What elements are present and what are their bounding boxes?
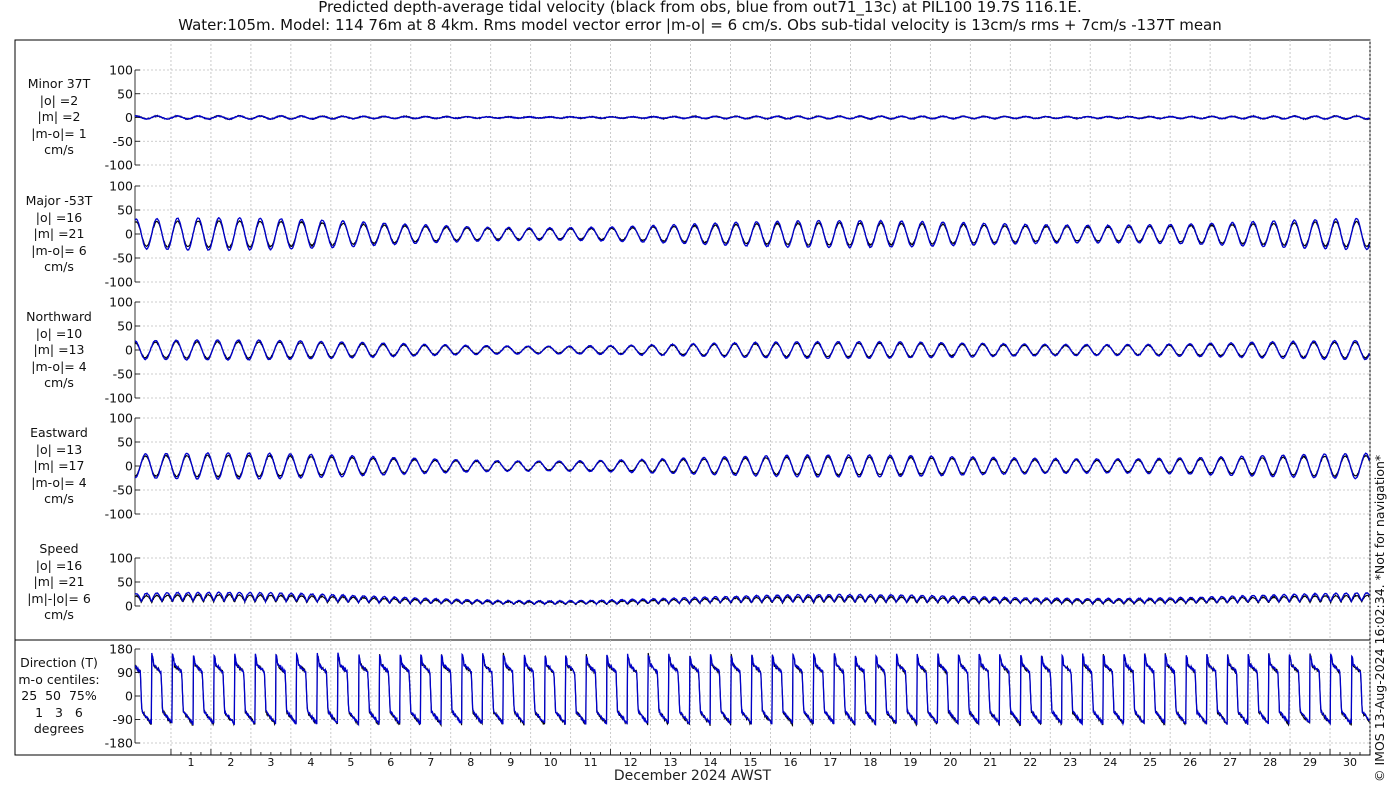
panel-label-line: cm/s (44, 375, 74, 390)
y-tick-label: 0 (125, 599, 133, 614)
y-tick-label: -100 (105, 275, 133, 290)
panel-label-line: Minor 37T (27, 76, 91, 91)
panel-label-line: cm/s (44, 259, 74, 274)
panel-label-major: Major -53T |o| =16 |m| =21 |m-o|= 6 cm/s (14, 193, 104, 276)
y-tick-label: 0 (125, 459, 133, 474)
panel-label-line: 25 50 75% (21, 688, 97, 703)
panel-label-line: |m-o|= 1 (31, 125, 87, 141)
y-tick-label: 100 (109, 295, 133, 310)
y-tick-label: 50 (117, 435, 133, 450)
y-tick-label: -100 (105, 158, 133, 173)
y-tick-label: 180 (109, 642, 133, 657)
y-tick-label: 50 (117, 575, 133, 590)
panel-label-north: Northward |o| =10 |m| =13 |m-o|= 4 cm/s (14, 309, 104, 392)
tidal-velocity-chart: 1 2 3 4 5 6 7 8 9 10 11 12 13 14 15 16 17 18 19 20 21 22 23 24 2… (14, 39, 1371, 769)
y-tick-label: 50 (117, 319, 133, 334)
y-tick-label: -50 (113, 251, 133, 266)
y-tick-label: 50 (117, 203, 133, 218)
y-tick-label: 50 (117, 86, 133, 101)
y-tick-label: -100 (105, 391, 133, 406)
y-tick-label: -180 (105, 736, 133, 751)
y-tick-label: -50 (113, 134, 133, 149)
panel-label-line: |m|-|o|= 6 (27, 590, 91, 606)
panel-label-line: |o| =16 (35, 209, 83, 225)
panel-label-line: |m-o|= 6 (31, 242, 87, 258)
panel-label-direction: Direction (T) m-o centiles: 25 50 75% 1 3 6… (14, 655, 104, 738)
y-tick-label: 90 (117, 665, 133, 680)
panel-label-line: |m| =13 (33, 342, 85, 357)
panel-label-line: Speed (39, 541, 79, 556)
panel-label-line: |m| =17 (33, 458, 85, 473)
panel-label-line: |m-o|= 4 (31, 358, 87, 374)
y-tick-label: -100 (105, 507, 133, 522)
panel-label-minor: Minor 37T |o| =2 |m| =2 |m-o|= 1 cm/s (14, 76, 104, 159)
panel-label-line: cm/s (44, 142, 74, 157)
panel-label-line: |o| =10 (35, 325, 83, 341)
y-tick-label: 100 (109, 63, 133, 78)
panel-label-line: cm/s (44, 607, 74, 622)
panel-label-line: cm/s (44, 491, 74, 506)
y-tick-label: 100 (109, 551, 133, 566)
credit-text: © IMOS 13-Aug-2024 16:02:34. *Not for na… (1372, 454, 1387, 782)
x-axis-label: December 2024 AWST (613, 768, 772, 784)
y-tick-label: 0 (125, 227, 133, 242)
panel-label-line: |m-o|= 4 (31, 474, 87, 490)
panel-label-line: |m| =21 (33, 226, 85, 241)
panel-label-line: |m| =21 (33, 574, 85, 589)
y-tick-label: -50 (113, 483, 133, 498)
y-tick-label: 0 (125, 110, 133, 125)
panel-label-line: Northward (26, 309, 92, 324)
panel-label-line: |o| =16 (35, 557, 83, 573)
panel-label-line: m-o centiles: (18, 671, 100, 687)
panel-label-line: 1 3 6 (35, 704, 83, 720)
panel-label-line: degrees (33, 721, 85, 736)
panel-label-line: |o| =13 (35, 441, 83, 457)
panel-label-line: Eastward (30, 425, 88, 440)
panel-label-line: Direction (T) (20, 655, 98, 670)
y-tick-label: 100 (109, 179, 133, 194)
panel-label-east: Eastward |o| =13 |m| =17 |m-o|= 4 cm/s (14, 425, 104, 508)
y-tick-label: -50 (113, 367, 133, 382)
panel-label-line: Major -53T (25, 193, 93, 208)
panel-label-speed: Speed |o| =16 |m| =21 |m|-|o|= 6 cm/s (14, 541, 104, 624)
y-tick-label: 100 (109, 411, 133, 426)
y-tick-label: -90 (113, 712, 133, 727)
panel-label-line: |m| =2 (37, 109, 81, 124)
y-tick-label: 0 (125, 689, 133, 704)
panel-label-line: |o| =2 (39, 92, 79, 108)
y-tick-label: 0 (125, 343, 133, 358)
